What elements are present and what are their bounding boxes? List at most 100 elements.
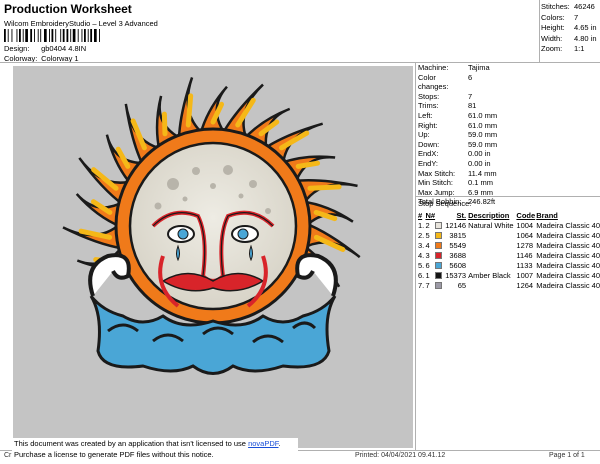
thread-brand: Madeira Classic 40 xyxy=(536,270,600,280)
machine-info-label: EndY: xyxy=(418,158,439,168)
header-description: Description xyxy=(468,210,510,220)
summary-value: 4.80 in xyxy=(574,33,597,43)
stop-row: 3. 4 5549 1278 Madeira Classic 40 xyxy=(418,240,600,250)
thread-description xyxy=(468,240,516,250)
summary-label: Stitches: xyxy=(541,2,570,11)
summary-row: Stitches: 46246 xyxy=(541,2,597,13)
machine-info-value: 59.0 mm xyxy=(468,139,498,149)
machine-info-label: EndX: xyxy=(418,149,439,159)
header-brand: Brand xyxy=(536,210,558,220)
stop-number: 2. xyxy=(418,230,425,240)
thread-brand: Madeira Classic 40 xyxy=(536,280,600,290)
machine-info-value: 0.1 mm xyxy=(468,178,494,188)
stitch-count: 65 xyxy=(457,280,467,290)
thread-description xyxy=(468,260,516,270)
machine-info-value: 6.9 mm xyxy=(468,187,494,197)
color-swatch xyxy=(435,252,443,260)
machine-info-label: Down: xyxy=(418,139,440,149)
needle-number: 2 xyxy=(425,220,430,230)
thread-description xyxy=(468,250,516,260)
stop-row: 1. 2 12146 Natural White 1004 Madeira Classic… xyxy=(418,220,600,230)
machine-info-value: 0.00 in xyxy=(468,149,491,159)
machine-info-row: Right: 61.0 mm xyxy=(418,121,497,131)
color-swatch-cell xyxy=(435,260,443,270)
stop-number: 3. xyxy=(418,240,425,250)
color-swatch-cell xyxy=(435,220,443,230)
summary-row: Colors: 7 xyxy=(541,13,597,24)
stop-number: 7. xyxy=(418,280,425,290)
machine-info-row: Max Stitch: 11.4 mm xyxy=(418,169,497,179)
summary-value: 7 xyxy=(574,12,579,22)
stop-sequence-title: Stop Sequence: xyxy=(418,199,472,208)
machine-info-value: 11.4 mm xyxy=(468,168,497,178)
thread-brand: Madeira Classic 40 xyxy=(536,240,600,250)
notice-text: This document was created by an applicat… xyxy=(14,439,249,448)
stop-sequence: Stop Sequence: # N# St. Description Code… xyxy=(418,199,600,290)
stop-row: 5. 6 5608 1133 Madeira Classic 40 xyxy=(418,260,600,270)
header-swatch xyxy=(435,210,443,220)
header-number: # xyxy=(418,210,423,220)
stop-number: 6. xyxy=(418,270,425,280)
machine-info-row: Machine: Tajima xyxy=(418,63,497,73)
color-swatch xyxy=(435,272,443,280)
machine-info-label: Color changes: xyxy=(418,72,449,92)
machine-info-value: Tajima xyxy=(468,63,490,72)
color-swatch-cell xyxy=(435,240,443,250)
machine-info-row: Trims: 81 xyxy=(418,101,497,111)
stitch-count: 3688 xyxy=(449,250,467,260)
summary-row: Height: 4.65 in xyxy=(541,23,597,34)
thread-code: 1146 xyxy=(516,250,533,260)
thread-description: Amber Black xyxy=(468,270,511,280)
stitch-count: 3815 xyxy=(449,230,467,240)
color-swatch-cell xyxy=(435,270,443,280)
needle-number: 5 xyxy=(425,230,430,240)
notice-text-2: Purchase a license to generate PDF files… xyxy=(14,450,214,459)
stop-row: 7. 7 65 1264 Madeira Classic 40 xyxy=(418,280,600,290)
divider xyxy=(415,62,416,450)
divider xyxy=(539,0,540,63)
color-swatch xyxy=(435,282,443,290)
thread-brand: Madeira Classic 40 xyxy=(536,230,600,240)
color-swatch-cell xyxy=(435,280,443,290)
machine-info: Machine: Tajima Color changes: 6 Stops: 7 Trim… xyxy=(418,63,497,207)
machine-info-value: 61.0 mm xyxy=(468,110,498,120)
design-summary: Stitches: 46246 Colors: 7 Height: 4.65 in W… xyxy=(541,2,597,55)
machine-info-label: Max Stitch: xyxy=(418,168,456,178)
header-needle: N# xyxy=(425,210,436,220)
stop-row: 2. 5 3815 1064 Madeira Classic 40 xyxy=(418,230,600,240)
color-swatch xyxy=(435,262,443,270)
machine-info-row: Color changes: 6 xyxy=(418,73,497,92)
summary-label: Height: xyxy=(541,23,565,32)
notice-period: . xyxy=(278,439,281,448)
machine-info-row: Up: 59.0 mm xyxy=(418,130,497,140)
needle-number: 4 xyxy=(425,240,430,250)
novapdf-link[interactable]: novaPDF xyxy=(248,439,278,448)
header-stitches: St. xyxy=(456,210,467,220)
stitch-count: 15373 xyxy=(445,270,467,280)
thread-brand: Madeira Classic 40 xyxy=(536,260,600,270)
thread-code: 1004 xyxy=(516,220,534,230)
summary-value: 4.65 in xyxy=(574,23,597,32)
machine-info-value: 6 xyxy=(468,72,473,82)
thread-code: 1133 xyxy=(516,260,533,270)
machine-info-label: Right: xyxy=(418,120,438,130)
stitch-count: 5549 xyxy=(449,240,467,250)
machine-info-label: Max Jump: xyxy=(418,187,455,197)
worksheet-title: Production Worksheet xyxy=(4,2,132,16)
color-swatch xyxy=(435,232,443,240)
thread-description xyxy=(468,230,516,240)
stitch-count: 12146 xyxy=(445,220,467,230)
machine-info-label: Left: xyxy=(418,110,433,120)
summary-value: 1:1 xyxy=(574,44,585,53)
machine-info-row: EndY: 0.00 in xyxy=(418,159,497,169)
machine-info-label: Stops: xyxy=(418,91,440,101)
embroidery-sun-artwork xyxy=(62,77,361,375)
right-wave-crest xyxy=(295,253,338,297)
needle-number: 1 xyxy=(425,270,430,280)
stitch-count: 5608 xyxy=(449,260,467,270)
machine-info-label: Min Stitch: xyxy=(418,178,454,188)
software-subtitle: Wilcom EmbroideryStudio – Level 3 Advanc… xyxy=(4,19,158,28)
page-number: Page 1 of 1 xyxy=(549,452,585,459)
machine-info-value: 81 xyxy=(468,101,477,111)
machine-info-row: Max Jump: 6.9 mm xyxy=(418,188,497,198)
